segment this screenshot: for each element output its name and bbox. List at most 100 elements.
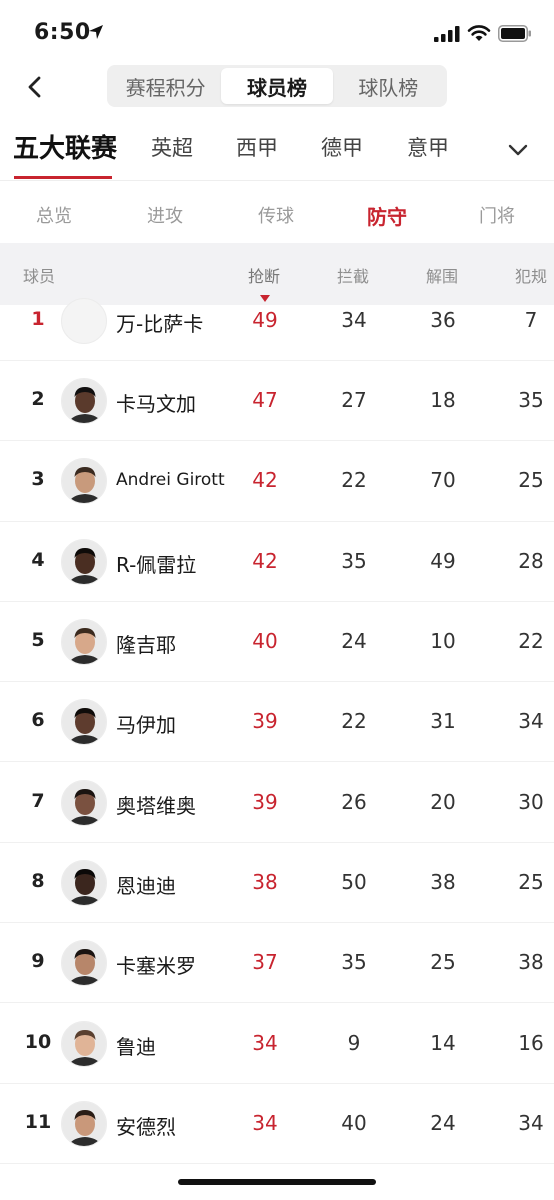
rank-number: 7 [31, 789, 45, 812]
stat-interceptions: 9 [347, 1030, 361, 1055]
stat-fouls: 7 [524, 308, 538, 332]
player-avatar [61, 1100, 107, 1147]
table-row[interactable]: 1 万-比萨卡 49 34 36 7 [0, 298, 554, 361]
stat-clearances: 18 [430, 388, 456, 413]
battery-icon [498, 25, 531, 42]
player-avatar [61, 859, 107, 906]
stat-interceptions: 40 [341, 1110, 367, 1135]
stat-tackles: 37 [252, 950, 278, 975]
player-name[interactable]: Andrei Girott [116, 470, 225, 490]
table-row[interactable]: 2 卡马文加 47 27 18 35 [0, 361, 554, 442]
rank-number: 4 [31, 548, 45, 571]
sort-desc-icon [260, 295, 270, 302]
rank-number: 9 [31, 950, 45, 973]
player-photo-icon [62, 860, 106, 905]
player-ranking-list: 1 万-比萨卡 49 34 36 7 2 卡马文加 47 27 18 35 3 Andrei Girott… [0, 298, 554, 1164]
header-clearances[interactable]: 解围 [426, 263, 458, 287]
stat-interceptions: 34 [341, 308, 367, 332]
back-button[interactable] [18, 70, 52, 104]
stat-interceptions: 35 [341, 548, 367, 573]
league-tab-premier-league[interactable]: 英超 [151, 132, 193, 162]
player-name[interactable]: 马伊加 [116, 709, 176, 738]
stat-tackles: 34 [252, 1110, 278, 1135]
stat-fouls: 30 [518, 789, 544, 814]
player-photo-icon [62, 780, 106, 825]
stat-interceptions: 22 [341, 468, 367, 493]
stat-clearances: 14 [430, 1030, 456, 1055]
stat-tackles: 34 [252, 1030, 278, 1055]
stat-tackles: 39 [252, 789, 278, 814]
player-photo-icon [62, 459, 106, 504]
stat-clearances: 31 [430, 709, 456, 734]
table-row[interactable]: 7 奥塔维奥 39 26 20 30 [0, 762, 554, 843]
stat-tackles: 40 [252, 629, 278, 654]
player-avatar [61, 458, 107, 505]
status-bar: 6:50 [0, 0, 554, 64]
player-name[interactable]: 卡马文加 [116, 388, 196, 417]
stat-interceptions: 27 [341, 388, 367, 413]
active-tab-underline [14, 176, 112, 179]
header-fouls[interactable]: 犯规 [515, 263, 547, 287]
rank-number: 8 [31, 869, 45, 892]
rank-number: 11 [24, 1110, 52, 1133]
subtab-overview[interactable]: 总览 [36, 202, 72, 228]
stat-clearances: 24 [430, 1110, 456, 1135]
league-tab-la-liga[interactable]: 西甲 [236, 132, 278, 162]
player-name[interactable]: 鲁迪 [116, 1031, 156, 1060]
table-row[interactable]: 5 隆吉耶 40 24 10 22 [0, 602, 554, 683]
view-segmented-control: 赛程积分 球员榜 球队榜 [107, 65, 447, 107]
table-row[interactable]: 4 R-佩雷拉 42 35 49 28 [0, 522, 554, 602]
stat-interceptions: 24 [341, 629, 367, 654]
league-expand-button[interactable] [504, 136, 532, 164]
rank-number: 2 [31, 388, 45, 411]
stat-clearances: 38 [430, 869, 456, 894]
table-header: 球员 抢断 拦截 解围 犯规 [0, 243, 554, 305]
player-name[interactable]: R-佩雷拉 [116, 549, 196, 578]
stat-interceptions: 22 [341, 709, 367, 734]
table-row[interactable]: 9 卡塞米罗 37 35 25 38 [0, 923, 554, 1004]
player-avatar [61, 538, 107, 585]
stat-fouls: 34 [518, 709, 544, 734]
stat-fouls: 25 [518, 869, 544, 894]
player-name[interactable]: 奥塔维奥 [116, 790, 196, 819]
player-name[interactable]: 恩迪迪 [116, 870, 176, 899]
stat-clearances: 36 [430, 308, 456, 332]
player-name[interactable]: 卡塞米罗 [116, 950, 196, 979]
league-tab-serie-a[interactable]: 意甲 [407, 132, 449, 162]
location-arrow-icon [89, 25, 103, 39]
table-row[interactable]: 11 安德烈 34 40 24 34 [0, 1084, 554, 1164]
subtab-goalkeeper[interactable]: 门将 [479, 202, 515, 228]
stat-clearances: 49 [430, 548, 456, 573]
status-time: 6:50 [34, 20, 91, 45]
subtab-defense[interactable]: 防守 [367, 201, 407, 230]
stat-interceptions: 26 [341, 789, 367, 814]
league-tab-top5[interactable]: 五大联赛 [13, 128, 117, 165]
signal-icon [434, 26, 460, 42]
player-photo-icon [62, 700, 106, 745]
stat-fouls: 35 [518, 388, 544, 413]
table-row[interactable]: 3 Andrei Girott 42 22 70 25 [0, 441, 554, 522]
player-name[interactable]: 万-比萨卡 [116, 308, 203, 337]
player-photo-icon [62, 379, 106, 424]
league-tab-bundesliga[interactable]: 德甲 [321, 132, 363, 162]
header-interceptions[interactable]: 拦截 [337, 263, 369, 287]
subtab-passing[interactable]: 传球 [258, 202, 294, 228]
player-name[interactable]: 隆吉耶 [116, 629, 176, 658]
segment-player-rankings[interactable]: 球员榜 [221, 68, 333, 104]
subtab-attack[interactable]: 进攻 [147, 202, 183, 228]
table-row[interactable]: 10 鲁迪 34 9 14 16 [0, 1003, 554, 1084]
player-avatar [61, 1020, 107, 1067]
stat-clearances: 20 [430, 789, 456, 814]
stat-clearances: 25 [430, 950, 456, 975]
stat-interceptions: 50 [341, 869, 367, 894]
table-row[interactable]: 8 恩迪迪 38 50 38 25 [0, 843, 554, 924]
table-row[interactable]: 6 马伊加 39 22 31 34 [0, 682, 554, 763]
player-photo-icon [62, 941, 106, 986]
stat-tackles: 49 [252, 308, 278, 332]
player-photo-icon [62, 539, 106, 584]
player-avatar [61, 298, 107, 344]
segment-schedule-standings[interactable]: 赛程积分 [110, 68, 221, 104]
player-name[interactable]: 安德烈 [116, 1111, 176, 1140]
segment-team-rankings[interactable]: 球队榜 [333, 68, 444, 104]
header-tackles[interactable]: 抢断 [248, 263, 280, 287]
